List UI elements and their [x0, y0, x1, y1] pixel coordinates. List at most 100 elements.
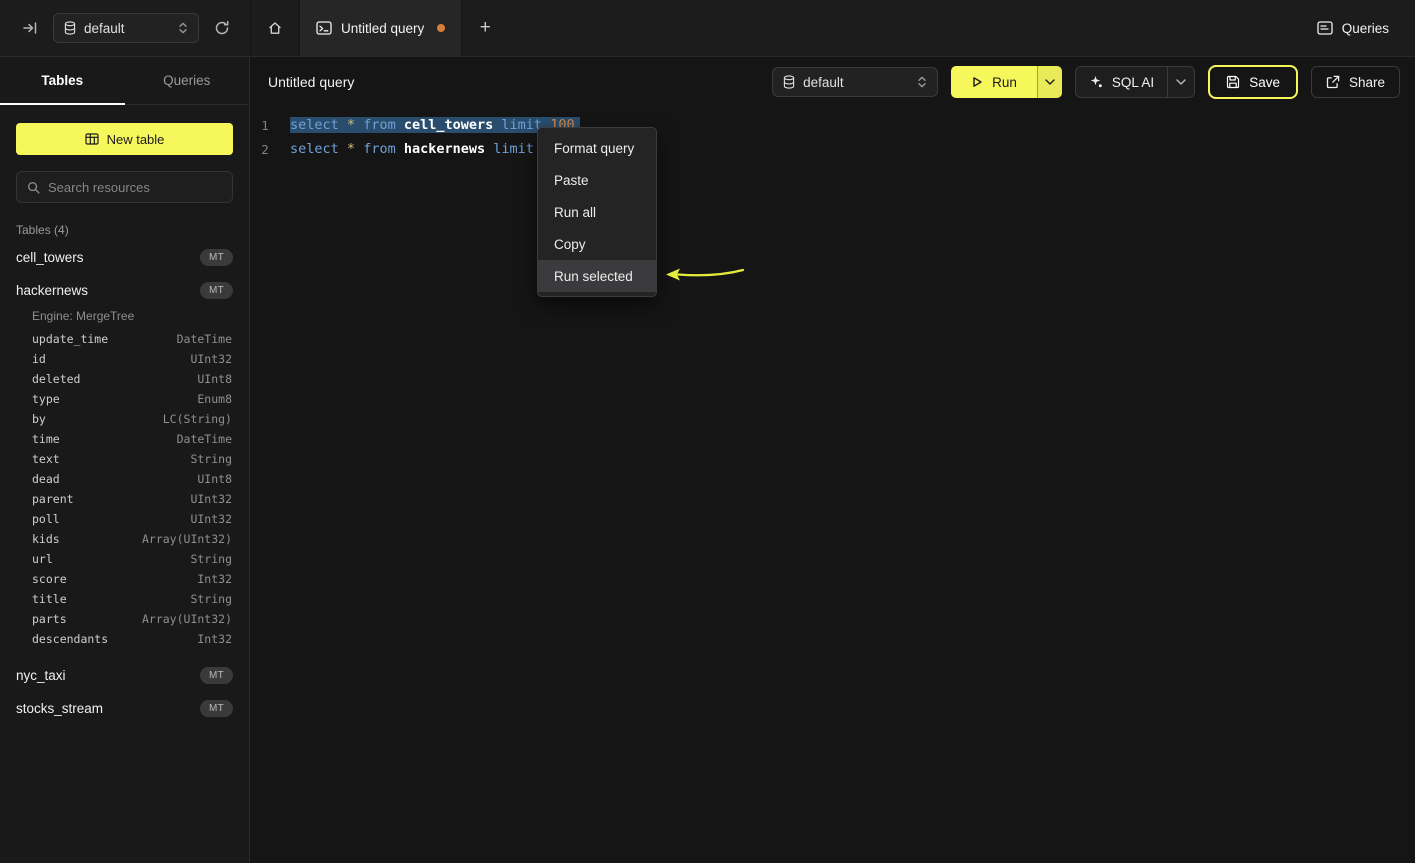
- code-token: [355, 117, 363, 133]
- column-row: kidsArray(UInt32): [0, 529, 249, 549]
- table-row-stocks_stream[interactable]: stocks_streamMT: [0, 692, 249, 725]
- collapse-sidebar-button[interactable]: [22, 20, 38, 36]
- run-options-button[interactable]: [1037, 66, 1062, 98]
- context-menu: Format queryPasteRun allCopyRun selected: [537, 127, 657, 297]
- main-panel: Untitled query default: [250, 57, 1415, 863]
- column-row: deadUInt8: [0, 469, 249, 489]
- topbar-left: default: [0, 0, 250, 56]
- column-type: String: [190, 552, 232, 566]
- code-token: from: [363, 141, 396, 157]
- column-name: by: [32, 412, 46, 426]
- column-type: UInt32: [190, 512, 232, 526]
- run-split-button: Run: [951, 66, 1062, 98]
- code-token: [339, 141, 347, 157]
- run-button[interactable]: Run: [951, 66, 1037, 98]
- column-row: type Enum8: [0, 389, 249, 409]
- refresh-icon: [214, 20, 230, 36]
- code-line[interactable]: 1select * from cell_towers limit 100: [250, 113, 1415, 137]
- editor-database-select[interactable]: default: [772, 67, 938, 97]
- queries-button[interactable]: Queries: [1317, 0, 1415, 56]
- database-icon: [783, 75, 795, 89]
- share-icon: [1326, 75, 1340, 89]
- menu-item-run-selected[interactable]: Run selected: [538, 260, 656, 292]
- sql-ai-split-button: SQL AI: [1075, 66, 1195, 98]
- column-name: time: [32, 432, 60, 446]
- chevron-down-icon: [1045, 79, 1055, 85]
- code-token: *: [347, 141, 355, 157]
- column-name: poll: [32, 512, 60, 526]
- column-name: text: [32, 452, 60, 466]
- code-token: [396, 117, 404, 133]
- line-number: 2: [250, 142, 280, 157]
- column-type: DateTime: [177, 432, 232, 446]
- menu-item-paste[interactable]: Paste: [538, 164, 656, 196]
- code-token: [355, 141, 363, 157]
- sql-editor[interactable]: 1select * from cell_towers limit 100 2 sel…: [250, 107, 1415, 863]
- table-row-nyc_taxi[interactable]: nyc_taxi MT: [0, 659, 249, 692]
- new-table-button[interactable]: New table: [16, 123, 233, 155]
- line-number: 1: [250, 118, 280, 133]
- play-icon: [971, 76, 983, 88]
- menu-item-copy[interactable]: Copy: [538, 228, 656, 260]
- sql-ai-button[interactable]: SQL AI: [1076, 67, 1167, 97]
- plus-icon: +: [480, 17, 491, 39]
- table-name: nyc_taxi: [16, 668, 66, 683]
- column-name: parent: [32, 492, 74, 506]
- sidebar-tab-tables[interactable]: Tables: [0, 57, 125, 104]
- topbar-database-select[interactable]: default: [53, 13, 199, 43]
- new-tab-button[interactable]: +: [462, 0, 508, 56]
- code-text: select * from hackernews limit: [290, 141, 534, 157]
- refresh-button[interactable]: [214, 20, 230, 36]
- table-name: stocks_stream: [16, 701, 103, 716]
- column-row: descendantsInt32: [0, 629, 249, 649]
- database-icon: [64, 21, 76, 35]
- query-header: Untitled query default: [250, 57, 1415, 107]
- query-toolbar: default Run: [772, 65, 1400, 99]
- save-button[interactable]: Save: [1208, 65, 1298, 99]
- tab-label: Untitled query: [341, 21, 424, 36]
- menu-item-format-query[interactable]: Format query: [538, 132, 656, 164]
- table-row-cell_towers[interactable]: cell_towersMT: [0, 241, 249, 274]
- queries-icon: [1317, 21, 1333, 35]
- query-tab-icon: [316, 21, 332, 35]
- table-row-hackernews[interactable]: hackernewsMT: [0, 274, 249, 307]
- column-name: kids: [32, 532, 60, 546]
- menu-item-run-all[interactable]: Run all: [538, 196, 656, 228]
- column-row: parentUInt32: [0, 489, 249, 509]
- column-row: text String: [0, 449, 249, 469]
- share-button-label: Share: [1349, 75, 1385, 90]
- engine-badge: MT: [200, 249, 233, 266]
- arrow-to-bar-icon: [22, 20, 38, 36]
- tab-home[interactable]: [251, 0, 299, 56]
- column-type: String: [190, 452, 232, 466]
- column-name: score: [32, 572, 67, 586]
- code-token: hackernews: [404, 141, 485, 157]
- share-button[interactable]: Share: [1311, 66, 1400, 98]
- sidebar-tab-queries[interactable]: Queries: [125, 57, 250, 104]
- column-type: UInt32: [190, 352, 232, 366]
- search-input[interactable]: [48, 180, 222, 195]
- layout: Tables Queries New table Tables (4) cell…: [0, 57, 1415, 863]
- column-row: poll UInt32: [0, 509, 249, 529]
- column-name: descendants: [32, 632, 108, 646]
- column-name: type: [32, 392, 60, 406]
- column-row: time DateTime: [0, 429, 249, 449]
- column-name: deleted: [32, 372, 80, 386]
- run-button-label: Run: [992, 75, 1017, 90]
- column-type: String: [190, 592, 232, 606]
- column-name: dead: [32, 472, 60, 486]
- table-details: Engine: MergeTreeupdate_timeDateTimeidUI…: [0, 307, 249, 659]
- code-line[interactable]: 2 select * from hackernews limit: [250, 137, 1415, 161]
- column-type: DateTime: [177, 332, 232, 346]
- engine-badge: MT: [200, 282, 233, 299]
- save-button-label: Save: [1249, 75, 1280, 90]
- sql-ai-icon: [1089, 75, 1103, 89]
- column-name: parts: [32, 612, 67, 626]
- tab-untitled-query[interactable]: Untitled query: [299, 0, 462, 56]
- sql-ai-options-button[interactable]: [1167, 67, 1194, 97]
- engine-badge: MT: [200, 667, 233, 684]
- code-token: select: [290, 141, 339, 157]
- column-type: Enum8: [197, 392, 232, 406]
- code-token: [396, 141, 404, 157]
- column-row: idUInt32: [0, 349, 249, 369]
